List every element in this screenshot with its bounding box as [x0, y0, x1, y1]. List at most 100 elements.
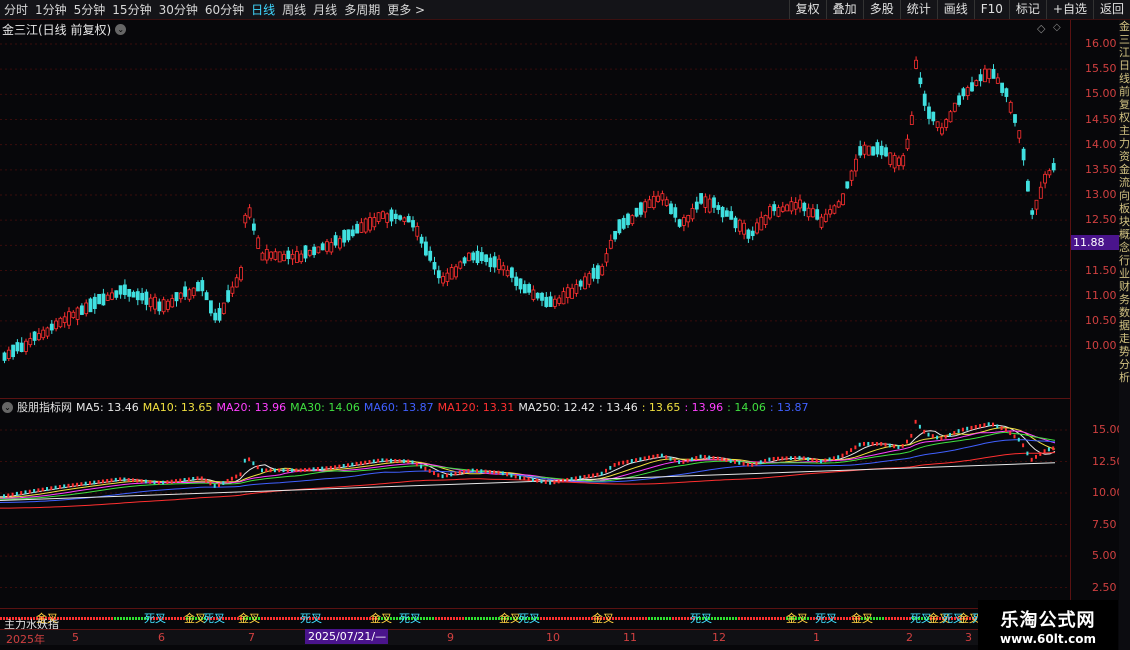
death-cross-label: 死叉	[203, 612, 225, 625]
mini-candle	[458, 470, 461, 475]
mini-candle	[587, 474, 590, 479]
candle-body	[626, 213, 630, 226]
chart-canvas[interactable]	[0, 0, 1130, 650]
candle-body	[389, 209, 394, 222]
mini-candle	[910, 433, 913, 438]
mini-candle	[837, 455, 840, 460]
signal-bar	[663, 617, 665, 620]
candle-body	[690, 208, 695, 220]
signal-bar	[654, 617, 656, 620]
mini-candle	[433, 471, 435, 475]
mini-candle	[325, 466, 328, 471]
mini-candle	[295, 468, 298, 473]
mini-candle	[712, 456, 715, 460]
candle-body	[37, 333, 41, 341]
price-axis-label: 13.00	[1085, 188, 1117, 201]
candle-body	[772, 204, 777, 212]
candle-body	[720, 206, 725, 218]
mini-candle	[402, 459, 405, 464]
candle-body	[742, 222, 746, 235]
candle-body	[518, 278, 523, 290]
signal-bar	[132, 617, 134, 620]
death-cross-label: 死叉	[300, 612, 322, 625]
candle-body	[251, 223, 256, 231]
mini-candle	[574, 476, 577, 481]
mini-candle	[514, 474, 517, 479]
candle-body	[24, 340, 28, 352]
candle-body	[888, 152, 893, 165]
candle-body	[54, 320, 58, 330]
ma-line-3	[0, 431, 1056, 500]
signal-bar	[486, 617, 488, 620]
mini-candle	[936, 435, 939, 440]
candle-body	[600, 265, 605, 276]
candle-body	[940, 127, 944, 135]
candle-body	[935, 121, 940, 128]
signal-bar	[747, 617, 749, 620]
candle-body	[337, 238, 342, 249]
candle-body	[71, 311, 76, 318]
mini-candle	[106, 478, 109, 483]
candle-body	[1051, 163, 1056, 171]
signal-bar	[261, 617, 263, 620]
mini-candle	[20, 491, 23, 495]
mini-candle	[140, 479, 143, 483]
candle-body	[380, 211, 385, 219]
signal-bar	[672, 617, 674, 620]
signal-bar	[888, 617, 890, 620]
candle-body	[832, 205, 837, 214]
candle-body	[157, 301, 162, 312]
date-tick: 5	[72, 631, 79, 644]
mini-candle	[660, 453, 663, 458]
death-cross-label: 死叉	[518, 612, 540, 625]
signal-bar	[324, 617, 326, 620]
signal-bar	[330, 617, 332, 620]
signal-bar	[90, 617, 92, 620]
mini-candle	[368, 460, 371, 464]
mini-candle	[424, 466, 427, 471]
mini-candle	[798, 455, 801, 460]
candle-body	[862, 144, 867, 155]
mini-candle	[961, 427, 964, 432]
candle-body	[759, 216, 764, 231]
signal-bar	[555, 617, 557, 620]
mini-candle	[544, 480, 547, 484]
candle-body	[707, 198, 712, 213]
mini-candle	[256, 465, 259, 470]
side-info-column[interactable]: 金三江日线前复权主力资金流向板块概念行业财务数据走势分析	[1119, 20, 1130, 650]
signal-bar	[129, 617, 131, 620]
candle-body	[729, 211, 734, 220]
mini-candle	[235, 474, 238, 479]
candle-body	[763, 215, 768, 225]
candle-body	[92, 296, 97, 309]
ma-line-1	[0, 427, 1056, 498]
candle-body	[768, 206, 772, 219]
signal-bar	[732, 617, 734, 620]
candle-body	[376, 212, 381, 222]
mini-candle	[970, 425, 973, 430]
mini-candle	[540, 479, 543, 484]
date-tick: 11	[623, 631, 637, 644]
candle-body	[492, 256, 497, 268]
signal-bar	[450, 617, 452, 620]
candle-body	[312, 246, 317, 256]
mini-candle	[63, 484, 66, 489]
candle-body	[918, 77, 923, 85]
candle-body	[320, 243, 325, 251]
mini-candle	[24, 490, 27, 495]
price-axis-label: 14.50	[1085, 112, 1117, 126]
candle-body	[1026, 180, 1030, 192]
candle-body	[299, 253, 304, 263]
signal-bar	[621, 617, 623, 620]
candle-body	[578, 280, 583, 287]
signal-bar	[564, 617, 566, 620]
mini-candle	[725, 458, 728, 463]
mini-candle	[261, 468, 263, 473]
signal-bar	[756, 617, 758, 620]
signal-bar	[762, 617, 764, 620]
candle-body	[307, 249, 312, 256]
candle-body	[45, 327, 50, 337]
signal-bar	[177, 617, 179, 620]
mini-candle	[858, 442, 861, 447]
candle-body	[1008, 101, 1013, 113]
